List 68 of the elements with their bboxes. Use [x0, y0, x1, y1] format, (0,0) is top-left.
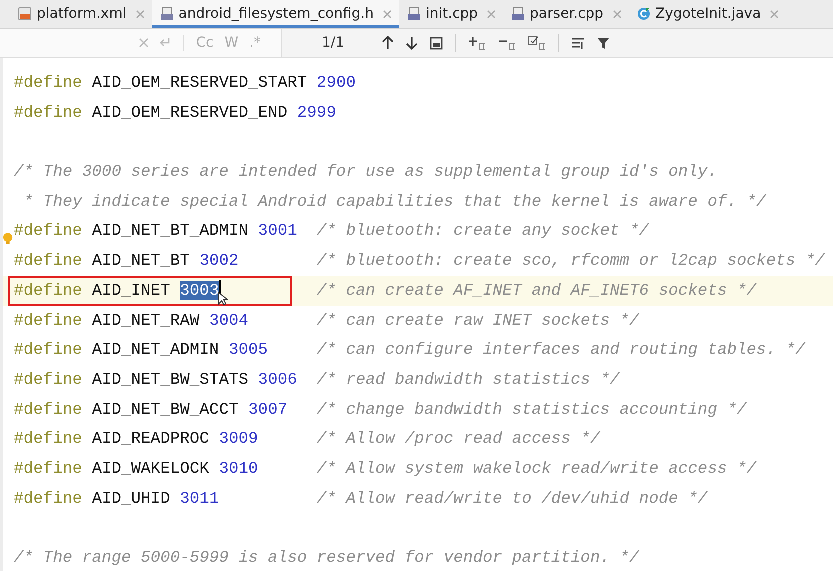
number-literal: 3002 — [200, 251, 239, 270]
mouse-pointer-icon — [218, 292, 228, 306]
lines-icon[interactable] — [571, 36, 585, 50]
code-comment: /* can configure interfaces and routing tables. */ — [316, 340, 806, 360]
macro-name: AID_NET_BT_ADMIN — [92, 221, 249, 240]
number-literal: 3001 — [258, 221, 298, 240]
cpp-file-icon — [406, 7, 421, 21]
add-selection-icon[interactable] — [468, 36, 486, 50]
match-count: 1/1 — [322, 35, 346, 51]
macro-name: AID_NET_BT — [92, 251, 190, 270]
filter-icon[interactable] — [597, 36, 610, 50]
number-literal: 2999 — [297, 102, 336, 122]
number-literal: 3011 — [180, 488, 220, 508]
code-comment: /* Allow read/write to /dev/uhid node */ — [316, 488, 708, 508]
header-file-icon — [160, 7, 174, 21]
preprocessor-keyword: #define — [14, 73, 82, 92]
code-comment: /* change bandwidth statistics accounting */ — [316, 400, 747, 419]
code-comment: /* bluetooth: create any socket */ — [316, 221, 650, 240]
xml-file-icon — [18, 7, 32, 21]
code-comment: /* The range 5000-5999 is also reserved for vendor partition. */ — [14, 548, 640, 567]
code-comment: /* Allow system wakelock read/write access */ — [316, 458, 757, 478]
select-all-icon[interactable] — [528, 36, 546, 50]
preprocessor-keyword: #define — [14, 280, 82, 300]
code-comment: /* Allow /proc read access */ — [316, 429, 600, 448]
code-comment: /* bluetooth: create sco, rfcomm or l2cap sockets */ — [316, 251, 825, 270]
preprocessor-keyword: #define — [14, 340, 82, 360]
up-arrow-icon[interactable] — [382, 36, 394, 50]
editor-tab[interactable]: init.cpp — [398, 0, 504, 28]
down-arrow-icon[interactable] — [406, 36, 418, 50]
preprocessor-keyword: #define — [14, 400, 82, 419]
macro-name: AID_NET_ADMIN — [92, 340, 220, 360]
number-literal: 3009 — [219, 429, 258, 448]
macro-name: AID_OEM_RESERVED_START — [92, 73, 308, 92]
macro-name: AID_READPROC — [92, 429, 210, 448]
number-literal: 3003 — [180, 280, 220, 300]
class-icon — [636, 7, 651, 21]
macro-name: AID_NET_BW_STATS — [92, 370, 249, 389]
code-comment: * They indicate special Android capabilities that the kernel is aware of. */ — [22, 192, 766, 211]
preprocessor-keyword: #define — [14, 221, 82, 240]
number-literal: 2900 — [316, 73, 356, 92]
preprocessor-keyword: #define — [14, 251, 82, 270]
macro-name: AID_INET — [92, 280, 170, 300]
number-literal: 3010 — [219, 458, 258, 478]
preprocessor-keyword: #define — [14, 488, 82, 508]
macro-name: AID_WAKELOCK — [92, 458, 210, 478]
preprocessor-keyword: #define — [14, 370, 82, 389]
preprocessor-keyword: #define — [14, 310, 82, 330]
editor-tab[interactable]: platform.xml — [10, 0, 152, 28]
preprocessor-keyword: #define — [14, 458, 82, 478]
window-icon[interactable] — [430, 36, 443, 50]
macro-name: AID_UHID — [92, 488, 170, 508]
editor-tab[interactable]: android_filesystem_config.h — [152, 0, 399, 28]
macro-name: AID_NET_BW_ACCT — [92, 400, 239, 419]
cpp-file-icon — [511, 7, 526, 21]
number-literal: 3007 — [248, 400, 288, 419]
number-literal: 3006 — [258, 370, 298, 389]
macro-name: AID_OEM_RESERVED_END — [92, 102, 288, 122]
code-comment: /* can create raw INET sockets */ — [316, 310, 640, 330]
editor-tab[interactable]: parser.cpp — [503, 0, 629, 28]
preprocessor-keyword: #define — [14, 429, 82, 448]
code-comment: /* The 3000 series are intended for use as supplemental group id's only. — [14, 162, 718, 182]
macro-name: AID_NET_RAW — [92, 310, 200, 330]
preprocessor-keyword: #define — [14, 102, 82, 122]
editor-tab[interactable]: ZygoteInit.java — [628, 0, 786, 28]
code-comment: /* read bandwidth statistics */ — [316, 370, 620, 389]
code-comment: /* can create AF_INET and AF_INET6 sockets */ — [316, 280, 757, 300]
number-literal: 3005 — [228, 340, 268, 360]
number-literal: 3004 — [209, 310, 249, 330]
